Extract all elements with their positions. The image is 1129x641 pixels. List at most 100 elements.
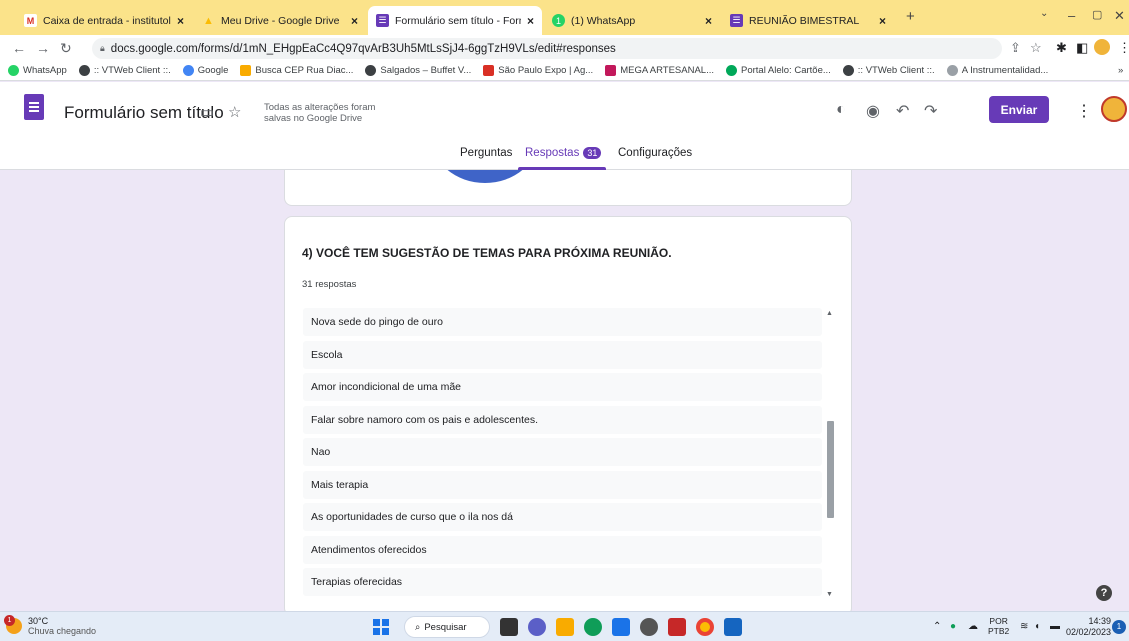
- file-explorer-icon[interactable]: [556, 618, 574, 636]
- edge-icon[interactable]: [584, 618, 602, 636]
- weather-text: Chuva chegando: [28, 626, 97, 636]
- minimize-button[interactable]: –: [1068, 8, 1075, 23]
- bookmark-item[interactable]: São Paulo Expo | Ag...: [483, 65, 593, 76]
- answers-scrollbar[interactable]: ▲ ▼: [823, 308, 837, 603]
- close-icon[interactable]: ×: [351, 14, 358, 28]
- notification-badge[interactable]: 1: [1112, 620, 1126, 634]
- tab-responses[interactable]: Respostas 31: [525, 147, 602, 159]
- temperature: 30°C: [28, 616, 49, 626]
- tab-settings[interactable]: Configurações: [618, 147, 692, 159]
- menu-icon[interactable]: ⋮: [1118, 40, 1129, 56]
- weather-widget[interactable]: 1 30°C Chuva chegando: [4, 615, 97, 636]
- bookmarks-more[interactable]: »: [1118, 65, 1123, 76]
- language-indicator[interactable]: POR PTB2: [988, 616, 1009, 636]
- send-button[interactable]: Enviar: [989, 96, 1049, 123]
- share-icon[interactable]: ⇪: [1010, 40, 1021, 56]
- search-icon: ⌕: [415, 621, 421, 633]
- dell-icon[interactable]: [640, 618, 658, 636]
- response-item: As oportunidades de curso que o ila nos …: [303, 503, 822, 531]
- bookmark-item[interactable]: A Instrumentalidad...: [946, 65, 1048, 76]
- tab-drive[interactable]: ▲ Meu Drive - Google Drive ×: [194, 6, 366, 35]
- bookmark-item[interactable]: Busca CEP Rua Diac...: [240, 65, 353, 76]
- taskbar-search[interactable]: ⌕ Pesquisar: [404, 616, 490, 638]
- drive-icon: ▲: [203, 14, 214, 27]
- address-bar[interactable]: 🔒︎ docs.google.com/forms/d/1mN_EHgpEaCc4…: [92, 38, 1002, 59]
- chevron-up-icon[interactable]: ⌃: [933, 621, 941, 632]
- tab-questions[interactable]: Perguntas: [460, 147, 512, 159]
- preview-eye-icon[interactable]: ◉: [866, 101, 880, 121]
- globe-icon: [78, 65, 90, 76]
- windows-start-icon[interactable]: [373, 619, 389, 635]
- close-icon[interactable]: ×: [527, 14, 534, 28]
- forms-app-icon[interactable]: [724, 618, 742, 636]
- response-item: Terapias oferecidas: [303, 568, 822, 596]
- response-item: Nao: [303, 438, 822, 466]
- wifi-icon[interactable]: ≋: [1020, 621, 1028, 632]
- whatsapp-icon: 1: [552, 14, 565, 27]
- bookmark-item[interactable]: Salgados – Buffet V...: [365, 65, 471, 76]
- avatar[interactable]: [1101, 96, 1127, 122]
- clock[interactable]: 14:39 02/02/2023: [1066, 616, 1111, 638]
- response-item: Amor incondicional de uma mãe: [303, 373, 822, 401]
- profile-avatar[interactable]: [1094, 39, 1110, 55]
- reload-icon[interactable]: ↻: [60, 40, 72, 57]
- question-title: 4) VOCÊ TEM SUGESTÃO DE TEMAS PARA PRÓXI…: [302, 246, 672, 260]
- bookmark-item[interactable]: :: VTWeb Client ::.: [78, 65, 171, 76]
- bookmark-item[interactable]: Portal Alelo: Cartõe...: [726, 65, 831, 76]
- tab-reuniao[interactable]: ☰ REUNIÃO BIMESTRAL ×: [722, 6, 894, 35]
- drive-tray-icon[interactable]: ●: [950, 621, 956, 632]
- tab-forms-active[interactable]: ☰ Formulário sem título - Formulári ×: [368, 6, 542, 35]
- forms-header: Formulário sem título ▭ ☆ Todas as alter…: [0, 82, 1129, 170]
- forward-icon[interactable]: →: [36, 40, 50, 56]
- forms-icon: ☰: [730, 14, 743, 27]
- battery-icon[interactable]: ▬: [1050, 621, 1060, 632]
- tab-gmail[interactable]: M Caixa de entrada - institutolucas ×: [16, 6, 192, 35]
- response-item: Escola: [303, 340, 822, 369]
- gmail-icon: M: [24, 14, 37, 27]
- bookmark-item[interactable]: :: VTWeb Client ::.: [842, 65, 935, 76]
- cloud-icon[interactable]: ☁: [968, 621, 978, 632]
- expo-icon: [483, 65, 495, 76]
- maximize-button[interactable]: ▢: [1092, 8, 1102, 21]
- chevron-down-icon[interactable]: ⌄: [1040, 8, 1048, 19]
- close-window-button[interactable]: ✕: [1114, 8, 1125, 24]
- bookmark-item[interactable]: Google: [182, 65, 228, 76]
- volume-icon[interactable]: ◖: [1034, 621, 1040, 632]
- redo-icon[interactable]: ↷: [924, 101, 937, 121]
- palette-icon[interactable]: ◐: [836, 101, 846, 119]
- task-view-icon[interactable]: [500, 618, 518, 636]
- folder-icon[interactable]: ▭: [200, 103, 214, 121]
- response-item: Falar sobre namoro com os pais e adolesc…: [303, 405, 822, 434]
- close-icon[interactable]: ×: [705, 14, 712, 28]
- store-icon[interactable]: [612, 618, 630, 636]
- forms-logo-icon[interactable]: [24, 94, 44, 120]
- save-status: Todas as alterações foram salvas no Goog…: [264, 102, 376, 124]
- star-icon[interactable]: ☆: [1030, 40, 1042, 56]
- folder-icon: [240, 65, 252, 76]
- tab-whatsapp[interactable]: 1 (1) WhatsApp ×: [544, 6, 720, 35]
- extensions-icon[interactable]: ✱: [1056, 40, 1067, 56]
- scroll-up-icon[interactable]: ▲: [826, 310, 833, 317]
- close-icon[interactable]: ×: [879, 14, 886, 28]
- sidepanel-icon[interactable]: ◧: [1076, 40, 1088, 56]
- new-tab-button[interactable]: +: [906, 8, 915, 25]
- mcafee-icon[interactable]: [668, 618, 686, 636]
- close-icon[interactable]: ×: [177, 14, 184, 28]
- scroll-down-icon[interactable]: ▼: [826, 591, 833, 598]
- response-item: Atendimentos oferecidos: [303, 535, 822, 564]
- google-icon: [182, 65, 194, 76]
- more-menu-icon[interactable]: ⋮: [1076, 101, 1092, 121]
- star-icon[interactable]: ☆: [228, 103, 241, 121]
- back-icon[interactable]: ←: [12, 40, 26, 56]
- whatsapp-icon: [8, 65, 19, 76]
- scrollbar-thumb[interactable]: [827, 421, 834, 518]
- windows-taskbar: 1 30°C Chuva chegando ⌕ Pesquisar ⌃ ● ☁ P…: [0, 611, 1129, 641]
- bookmark-item[interactable]: WhatsApp: [8, 65, 67, 76]
- undo-icon[interactable]: ↶: [896, 101, 909, 121]
- chrome-icon[interactable]: [696, 618, 714, 636]
- browser-toolbar: ← → ↻ 🔒︎ docs.google.com/forms/d/1mN_EHg…: [0, 35, 1129, 61]
- bookmark-item[interactable]: MEGA ARTESANAL...: [605, 65, 714, 76]
- help-icon[interactable]: ?: [1096, 585, 1112, 601]
- mega-icon: [605, 65, 617, 76]
- chat-icon[interactable]: [528, 618, 546, 636]
